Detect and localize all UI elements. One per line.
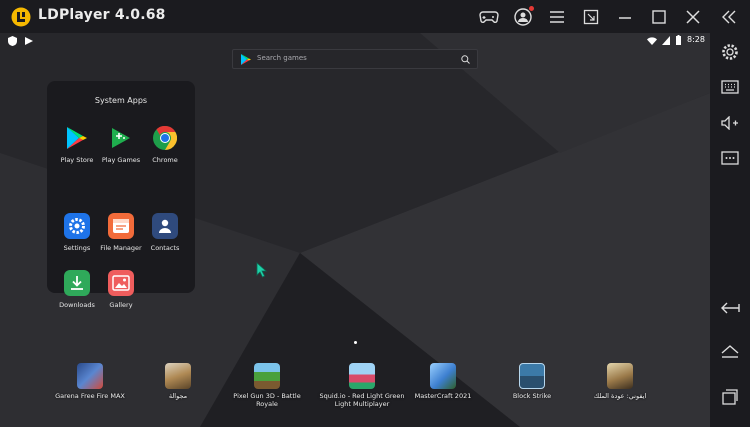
app-title: LDPlayer 4.0.68 [38,7,166,23]
menu-icon[interactable] [546,6,568,28]
app-file-manager[interactable]: File Manager [99,213,143,252]
app-downloads[interactable]: Downloads [55,270,99,309]
app-play-store[interactable]: Play Store [55,125,99,164]
mastercraft-icon [430,363,456,389]
search-placeholder: Search games [257,54,307,62]
settings-gear-icon[interactable] [719,41,741,63]
shrink-icon[interactable] [580,6,602,28]
app-label: Gallery [109,301,133,309]
dock-app-block-strike[interactable]: Block Strike [487,363,577,400]
dock-app-label: Pixel Gun 3D - Battle Royale [233,392,301,408]
app-play-games[interactable]: Play Games [99,125,143,164]
settings-icon [64,213,90,239]
app-chrome[interactable]: Chrome [143,125,187,164]
squid-io-icon [349,363,375,389]
shield-icon [8,36,17,46]
app-gallery[interactable]: Gallery [99,270,143,309]
page-indicator [354,341,357,344]
dock-app-label: مجوالة [168,392,188,400]
dock-app-game-1[interactable]: مجوالة [133,363,223,400]
app-contacts[interactable]: Contacts [143,213,187,252]
search-icon[interactable] [461,55,470,64]
dock-app-label: ايفوني: عودة الملك [593,392,647,400]
app-label: Chrome [152,156,178,164]
app-settings[interactable]: Settings [55,213,99,252]
system-apps-folder: System Apps Play Store Play Games Chrome… [47,81,195,309]
recents-icon[interactable] [719,386,741,408]
dock-app-label: Garena Free Fire MAX [55,392,125,400]
status-time: 8:28 [687,35,705,44]
play-store-icon [64,125,90,151]
android-screen[interactable]: 8:28 Search games System Apps Play Store… [0,33,710,427]
battery-icon [676,35,681,45]
dock-app-squid-io[interactable]: Squid.io - Red Light Green Light Multipl… [317,363,407,408]
app-label: File Manager [100,244,142,252]
play-games-icon [108,125,134,151]
notification-dot [529,6,534,11]
title-bar: LDPlayer 4.0.68 [0,0,750,33]
account-icon[interactable] [512,6,534,28]
mouse-cursor-icon [256,262,267,278]
back-icon[interactable] [719,297,741,319]
dock-app-mastercraft[interactable]: MasterCraft 2021 [398,363,488,400]
game-icon [607,363,633,389]
dock-app-pixel-gun[interactable]: Pixel Gun 3D - Battle Royale [222,363,312,408]
folder-title: System Apps [94,96,148,105]
volume-up-icon[interactable] [719,112,741,134]
downloads-icon [64,270,90,296]
ldplayer-logo-icon [11,7,31,27]
contacts-icon [152,213,178,239]
gallery-icon [108,270,134,296]
dock-app-label: Squid.io - Red Light Green Light Multipl… [319,392,405,408]
dock-app-game-2[interactable]: ايفوني: عودة الملك [575,363,665,400]
gamepad-icon[interactable] [478,6,500,28]
close-icon[interactable] [682,6,704,28]
game-icon [165,363,191,389]
app-label: Play Games [101,156,141,164]
app-label: Contacts [150,244,180,252]
pixel-gun-icon [254,363,280,389]
search-bar[interactable]: Search games [232,49,478,69]
app-label: Play Store [60,156,94,164]
status-bar: 8:28 [0,33,710,49]
app-label: Settings [63,244,91,252]
block-strike-icon [519,363,545,389]
app-label: Downloads [59,301,95,309]
dock-app-label: MasterCraft 2021 [414,392,472,400]
file-manager-icon [108,213,134,239]
minimize-icon[interactable] [614,6,636,28]
play-store-small-icon [241,54,251,65]
chrome-icon [152,125,178,151]
maximize-icon[interactable] [648,6,670,28]
more-icon[interactable] [719,147,741,169]
collapse-sidebar-icon[interactable] [718,6,740,28]
dock-app-label: Block Strike [512,392,552,400]
right-toolbar [710,33,750,427]
wifi-icon [647,37,657,45]
dock-app-free-fire[interactable]: Garena Free Fire MAX [45,363,135,400]
play-notification-icon [25,37,33,45]
free-fire-icon [77,363,103,389]
home-icon[interactable] [719,341,741,363]
keyboard-icon[interactable] [719,76,741,98]
signal-icon [662,36,670,45]
